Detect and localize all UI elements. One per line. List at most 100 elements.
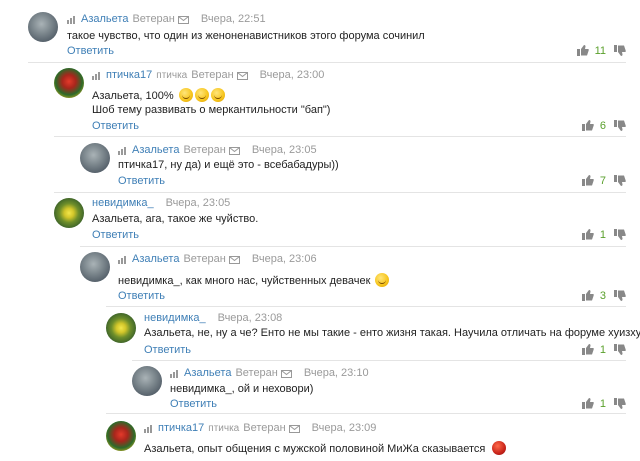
comment-time: Вчера, 23:10: [303, 367, 369, 379]
comment-text-line: Азальета, 100%: [92, 90, 174, 102]
comment: Азальета Ветеран Вчера, 22:51 такое чувств…: [28, 10, 626, 60]
avatar[interactable]: [106, 313, 136, 343]
comment-header: Азальета Ветеран Вчера, 23:06: [118, 252, 317, 266]
thumbs-down-icon[interactable]: [614, 398, 626, 409]
thumbs-up-icon[interactable]: [581, 120, 594, 131]
thumbs-down-icon[interactable]: [614, 45, 626, 56]
laughing-smiley-icon: [210, 88, 225, 102]
avatar[interactable]: [106, 421, 136, 451]
vote-count: 7: [599, 175, 606, 187]
vote-count: 3: [599, 290, 606, 302]
mail-icon[interactable]: [280, 370, 292, 378]
comment-text: Азальета, не, ну а че? Енто не мы такие …: [144, 327, 640, 339]
author-name[interactable]: Азальета: [81, 13, 128, 25]
vote-bar: 7: [581, 174, 626, 188]
author-title: птичка: [156, 70, 188, 81]
rank-bars-icon: [118, 147, 126, 155]
reply-link[interactable]: Ответить: [118, 174, 165, 188]
avatar[interactable]: [54, 68, 84, 98]
vote-bar: 1: [581, 228, 626, 242]
comment-text: Азальета, опыт общения с мужской половин…: [144, 441, 507, 456]
rank-bars-icon: [67, 16, 75, 24]
comment: Азальета Ветеран Вчера, 23:05 птичка17, ну…: [80, 141, 626, 191]
comment-header: невидимка_ Вчера, 23:05: [92, 196, 230, 210]
comment: птичка17 птичка Ветеран Вчера, 23:09 Азалье…: [106, 419, 626, 461]
thumbs-up-icon[interactable]: [581, 175, 594, 186]
thumbs-down-icon[interactable]: [614, 344, 626, 355]
thumbs-down-icon[interactable]: [614, 290, 626, 301]
avatar[interactable]: [132, 366, 162, 396]
author-name[interactable]: Азальета: [132, 144, 179, 156]
rank-bars-icon: [170, 370, 178, 378]
divider: [106, 413, 626, 414]
thumbs-up-icon[interactable]: [581, 344, 594, 355]
rank-bars-icon: [144, 425, 152, 433]
divider: [54, 192, 626, 193]
comment-time: Вчера, 23:05: [165, 197, 231, 209]
mail-icon[interactable]: [228, 147, 240, 155]
comment-header: птичка17 птичка Ветеран Вчера, 23:00: [92, 68, 324, 82]
mail-icon[interactable]: [236, 72, 248, 80]
thumbs-up-icon[interactable]: [581, 290, 594, 301]
thumbs-down-icon[interactable]: [614, 175, 626, 186]
devil-smiley-icon: [492, 441, 507, 455]
reply-link[interactable]: Ответить: [67, 44, 114, 58]
rank-bars-icon: [118, 256, 126, 264]
comment-text: птичка17, ну да) и ещё это - всебабадуры…: [118, 159, 339, 171]
comment-text: Азальета, 100%: [92, 88, 225, 103]
reply-link[interactable]: Ответить: [92, 228, 139, 242]
comment-text: невидимка_, ой и неховори): [170, 383, 314, 395]
author-rank: Ветеран: [235, 367, 278, 379]
vote-bar: 6: [581, 119, 626, 133]
comment-time: Вчера, 23:05: [251, 144, 317, 156]
comment: птичка17 птичка Ветеран Вчера, 23:00 Азалье…: [54, 66, 626, 134]
avatar[interactable]: [80, 252, 110, 282]
author-name[interactable]: невидимка_: [144, 312, 206, 324]
thumbs-up-icon[interactable]: [581, 398, 594, 409]
author-name[interactable]: невидимка_: [92, 197, 154, 209]
tongue-smiley-icon: [375, 273, 390, 287]
vote-count: 1: [599, 398, 606, 410]
comment-text-line: Азальета, опыт общения с мужской половин…: [144, 443, 486, 455]
author-rank: Ветеран: [183, 253, 226, 265]
vote-bar: 3: [581, 289, 626, 303]
vote-count: 1: [599, 229, 606, 241]
divider: [132, 360, 626, 361]
comment: Азальета Ветеран Вчера, 23:06 невидимка_, …: [80, 250, 626, 306]
author-name[interactable]: Азальета: [184, 367, 231, 379]
vote-count: 1: [599, 344, 606, 356]
divider: [28, 62, 626, 63]
divider: [54, 136, 626, 137]
author-rank: Ветеран: [183, 144, 226, 156]
mail-icon[interactable]: [288, 425, 300, 433]
reply-link[interactable]: Ответить: [118, 289, 165, 303]
comment-header: птичка17 птичка Ветеран Вчера, 23:09: [144, 421, 376, 435]
vote-count: 11: [594, 45, 606, 57]
comment-time: Вчера, 23:09: [311, 422, 377, 434]
thumbs-up-icon[interactable]: [576, 45, 589, 56]
avatar[interactable]: [80, 143, 110, 173]
comment-time: Вчера, 23:08: [217, 312, 283, 324]
avatar[interactable]: [54, 198, 84, 228]
comment-time: Вчера, 23:06: [251, 253, 317, 265]
comment: Азальета Ветеран Вчера, 23:10 невидимка_, …: [132, 364, 626, 412]
mail-icon[interactable]: [177, 16, 189, 24]
thumbs-down-icon[interactable]: [614, 229, 626, 240]
comment-text: невидимка_, как много нас, чуйственных д…: [118, 273, 390, 288]
thumbs-down-icon[interactable]: [614, 120, 626, 131]
comment-header: невидимка_ Вчера, 23:08: [144, 311, 282, 325]
reply-link[interactable]: Ответить: [170, 397, 217, 411]
author-name[interactable]: птичка17: [158, 422, 204, 434]
author-title: птичка: [208, 423, 240, 434]
author-name[interactable]: птичка17: [106, 69, 152, 81]
comment: невидимка_ Вчера, 23:05 Азальета, ага, та…: [54, 196, 626, 246]
reply-link[interactable]: Ответить: [144, 343, 191, 357]
thumbs-up-icon[interactable]: [581, 229, 594, 240]
reply-link[interactable]: Ответить: [92, 119, 139, 133]
author-name[interactable]: Азальета: [132, 253, 179, 265]
vote-count: 6: [599, 120, 606, 132]
comment-text: такое чувство, что один из женоненавистн…: [67, 30, 425, 42]
comment-header: Азальета Ветеран Вчера, 22:51: [67, 12, 266, 26]
mail-icon[interactable]: [228, 256, 240, 264]
avatar[interactable]: [28, 12, 58, 42]
